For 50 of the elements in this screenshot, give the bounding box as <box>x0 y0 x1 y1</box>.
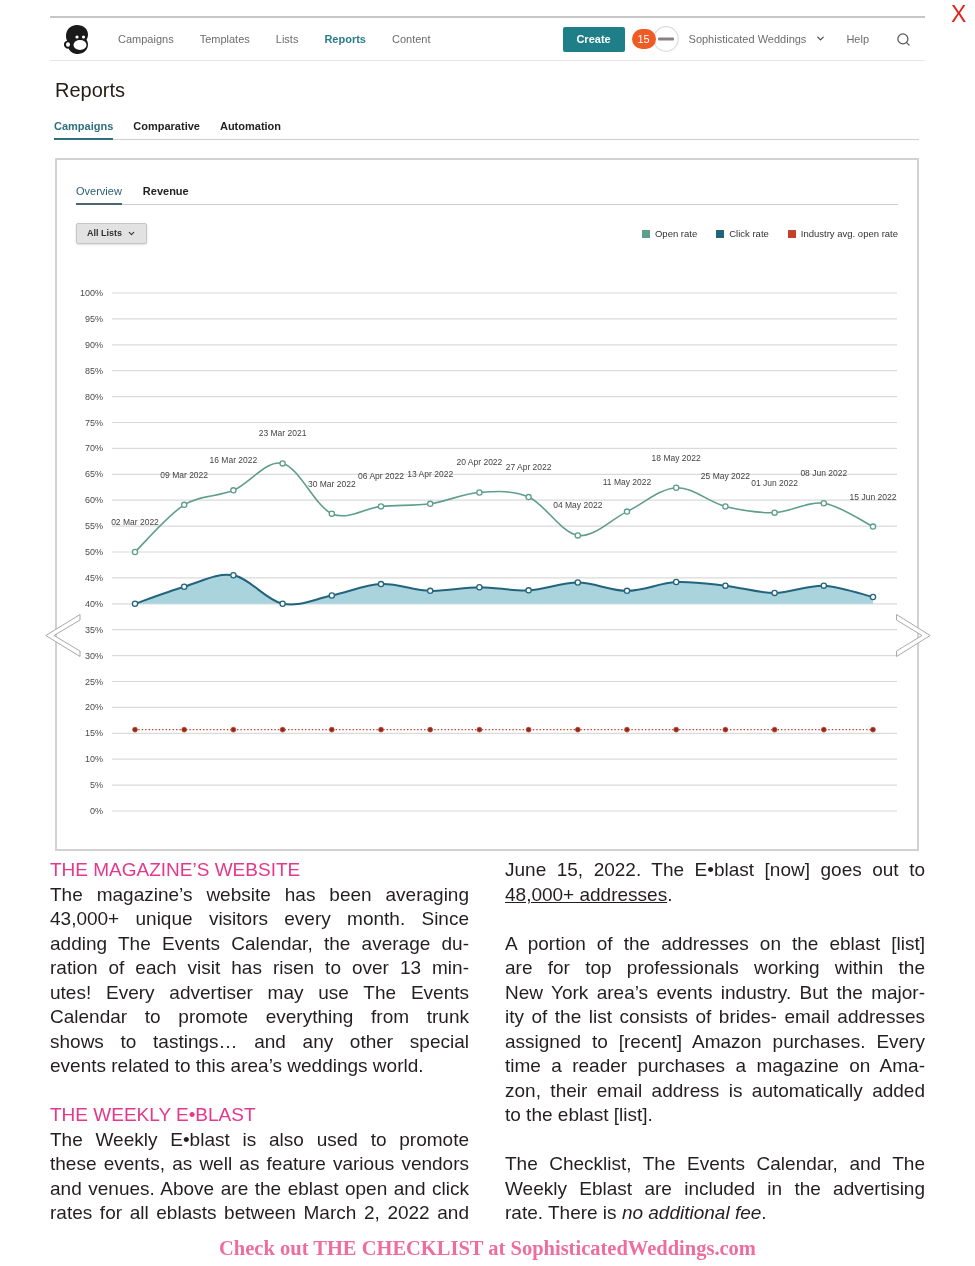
axis-label: 90% <box>85 339 103 350</box>
axis-label: 25% <box>85 676 103 687</box>
axis-label: 65% <box>85 469 103 480</box>
data-label: 30 Mar 2022 <box>307 478 356 489</box>
data-label: 27 Apr 2022 <box>505 462 552 473</box>
section-heading: THE WEEKLY E•BLAST <box>50 1103 257 1127</box>
axis-label: 45% <box>85 572 103 583</box>
axis-label: 0% <box>90 806 103 816</box>
legend-label: Click rate <box>729 227 769 240</box>
data-label: 06 Apr 2022 <box>358 471 404 482</box>
axis-label: 75% <box>85 417 103 428</box>
axis-label: 60% <box>85 495 103 506</box>
axis-label: 55% <box>85 521 103 532</box>
notification-badge: 15 <box>631 29 656 49</box>
body-paragraph: June 15, 2022. The E•blast [now] goes out to 48,000+ addresses. <box>505 858 925 907</box>
data-label: 18 May 2022 <box>651 452 701 463</box>
axis-label: 30% <box>85 650 103 661</box>
axis-label: 20% <box>85 702 103 713</box>
data-label: 09 Mar 2022 <box>160 469 209 480</box>
axis-label: 35% <box>85 624 103 635</box>
axis-label: 50% <box>85 547 103 557</box>
legend-label: Industry avg. open rate <box>800 227 898 240</box>
data-label: 13 Apr 2022 <box>407 468 454 479</box>
data-label: 20 Apr 2022 <box>456 457 503 468</box>
data-label: 16 Mar 2022 <box>209 455 258 466</box>
legend-label: Open rate <box>655 227 698 240</box>
axis-label: 15% <box>85 728 103 739</box>
axis-label: 70% <box>85 443 103 454</box>
page-title: Reports <box>55 78 127 103</box>
data-label: 25 May 2022 <box>700 471 750 482</box>
body-paragraph: The magazine’s website has been averaging 43,000+ unique visitors every month. Since adding The Events Calendar, the average du- ration of each visit has risen to over 13 min- utes! Every advertiser may use The Events Calendar to promote everything from trunk shows to tastings… and any other special events related to this area’s weddings world. <box>50 882 469 1078</box>
body-paragraph: A portion of the addresses on the eblast [list] are for top professionals working within the New York area’s events industry. But the major- ity of the list consists of brides- email addresses assigned to [recent] Amazon purchases. Every time a reader purchases a magazine on Ama- zon, their email address is automatically added to the eblast [list]. <box>505 931 925 1127</box>
axis-label: 95% <box>85 313 103 324</box>
axis-label: 80% <box>85 391 103 402</box>
axis-label: 5% <box>90 780 103 791</box>
data-label: 02 Mar 2022 <box>111 517 159 527</box>
section-heading: THE MAGAZINE’S WEBSITE <box>50 858 302 882</box>
data-label: 08 Jun 2022 <box>800 468 848 479</box>
footer-promo: Check out THE CHECKLIST at SophisticatedWeddings.com <box>218 1235 757 1260</box>
data-label: 04 May 2022 <box>553 500 603 511</box>
axis-label: 40% <box>85 598 103 609</box>
body-paragraph: The Weekly E•blast is also used to promote these events, as well as feature various vendors and venues. Above are the eblast open and click rates for all eblasts between March 2, 2022 and <box>50 1127 469 1225</box>
body-paragraph: The Checklist, The Events Calendar, and The Weekly Eblast are included in the advertising rate. There is no additional fee. <box>505 1152 925 1225</box>
axis-label: 10% <box>85 754 103 765</box>
data-label: 23 Mar 2021 <box>258 428 307 439</box>
axis-label: 85% <box>85 365 103 376</box>
data-label: 15 Jun 2022 <box>849 491 897 502</box>
data-label: 11 May 2022 <box>602 476 652 487</box>
data-label: 01 Jun 2022 <box>751 477 798 488</box>
axis-label: 100% <box>79 288 103 298</box>
